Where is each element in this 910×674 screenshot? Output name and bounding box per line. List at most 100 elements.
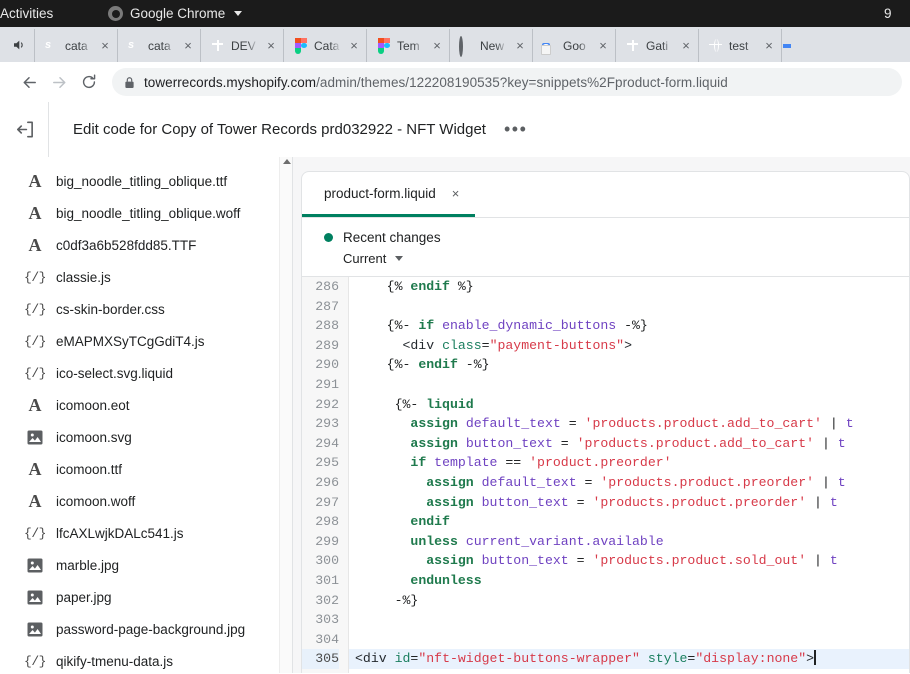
code-line[interactable]: {% endif %} xyxy=(349,277,909,297)
file-list-item[interactable]: Abig_noodle_titling_oblique.ttf xyxy=(0,165,292,197)
code-line[interactable]: {%- endif -%} xyxy=(349,355,909,375)
tab-close-icon[interactable]: × xyxy=(263,38,279,54)
code-line[interactable]: assign button_text = 'products.product.a… xyxy=(349,434,909,454)
file-list-item[interactable]: {/}cs-skin-border.css xyxy=(0,293,292,325)
code-line[interactable]: endunless xyxy=(349,571,909,591)
code-line[interactable]: {%- if enable_dynamic_buttons -%} xyxy=(349,316,909,336)
file-list-item[interactable]: {/}ico-select.svg.liquid xyxy=(0,357,292,389)
tab-close-icon[interactable]: × xyxy=(346,38,362,54)
code-token: if xyxy=(410,455,426,470)
file-list-item[interactable]: Aicomoon.eot xyxy=(0,389,292,421)
code-line[interactable]: assign default_text = 'products.product.… xyxy=(349,414,909,434)
address-bar[interactable]: towerrecords.myshopify.com/admin/themes/… xyxy=(112,68,902,96)
code-line[interactable] xyxy=(349,375,909,395)
file-list-item[interactable]: {/}lfcAXLwjkDALc541.js xyxy=(0,517,292,549)
line-number: 290 xyxy=(302,355,339,375)
editor-tab-label: product-form.liquid xyxy=(324,186,436,201)
code-token xyxy=(355,514,410,529)
code-line[interactable]: endif xyxy=(349,512,909,532)
code-line[interactable]: if template == 'product.preorder' xyxy=(349,453,909,473)
browser-tab[interactable]: test × xyxy=(698,29,781,62)
line-number: 286 xyxy=(302,277,339,297)
code-token: endif xyxy=(410,279,450,294)
code-line[interactable]: assign button_text = 'products.product.p… xyxy=(349,493,909,513)
tab-close-icon[interactable]: × xyxy=(595,38,611,54)
file-list-item[interactable]: marble.jpg xyxy=(0,549,292,581)
code-file-icon: {/} xyxy=(26,270,44,285)
lock-icon xyxy=(124,76,135,89)
version-selector[interactable]: Current xyxy=(343,251,909,266)
code-token: button_text xyxy=(466,436,553,451)
browser-tab[interactable]: G Goo × xyxy=(532,29,615,62)
os-clock[interactable]: 9 xyxy=(884,0,906,27)
tab-close-icon[interactable]: × xyxy=(429,38,445,54)
file-name: marble.jpg xyxy=(56,558,119,573)
browser-tab[interactable]: Tem × xyxy=(366,29,449,62)
code-token: 'products.product.preorder' xyxy=(600,475,814,490)
file-name: big_noodle_titling_oblique.woff xyxy=(56,206,240,221)
browser-tab[interactable]: Gati × xyxy=(615,29,698,62)
code-line[interactable]: {%- liquid xyxy=(349,395,909,415)
browser-tab[interactable]: DEV × xyxy=(200,29,283,62)
code-line[interactable] xyxy=(349,297,909,317)
speaker-icon[interactable] xyxy=(4,27,34,62)
font-file-icon: A xyxy=(26,396,44,414)
code-line[interactable] xyxy=(349,610,909,630)
tab-close-icon[interactable]: × xyxy=(761,38,777,54)
active-app-menu[interactable]: Google Chrome xyxy=(108,0,242,27)
close-icon[interactable]: × xyxy=(452,187,460,200)
scroll-up-arrow-icon[interactable] xyxy=(283,159,291,164)
file-list-item[interactable]: {/}eMAPMXSyTCgGdiT4.js xyxy=(0,325,292,357)
code-token xyxy=(355,534,410,549)
code-content[interactable]: {% endif %} {%- if enable_dynamic_button… xyxy=(349,277,909,673)
more-options-button[interactable]: ••• xyxy=(504,120,527,138)
tab-close-icon[interactable]: × xyxy=(97,38,113,54)
file-list-item[interactable]: {/}qikify-tmenu-data.js xyxy=(0,645,292,673)
file-list-item[interactable]: Aicomoon.ttf xyxy=(0,453,292,485)
code-token: class xyxy=(442,338,482,353)
code-line[interactable]: -%} xyxy=(349,591,909,611)
code-token: = xyxy=(577,475,601,490)
google-icon xyxy=(791,38,807,54)
code-token: <div xyxy=(402,338,434,353)
tab-close-icon[interactable]: × xyxy=(678,38,694,54)
sidebar-scrollbar[interactable] xyxy=(279,157,292,673)
tab-product-form-liquid[interactable]: product-form.liquid × xyxy=(302,172,475,217)
browser-tab[interactable]: Cata × xyxy=(283,29,366,62)
tab-title: New xyxy=(480,39,507,53)
activities-button[interactable]: Activities xyxy=(0,6,53,21)
tab-close-icon[interactable]: × xyxy=(512,38,528,54)
google-sheets-icon xyxy=(625,38,641,54)
file-list-item[interactable]: password-page-background.jpg xyxy=(0,613,292,645)
file-list-item[interactable]: Abig_noodle_titling_oblique.woff xyxy=(0,197,292,229)
code-token: t xyxy=(846,416,854,431)
code-line[interactable]: assign default_text = 'products.product.… xyxy=(349,473,909,493)
file-name: c0df3a6b528fdd85.TTF xyxy=(56,238,196,253)
tab-title: Gati xyxy=(646,39,673,53)
browser-tab[interactable]: cata × xyxy=(34,29,117,62)
forward-button[interactable] xyxy=(44,67,74,97)
code-line[interactable]: assign button_text = 'products.product.s… xyxy=(349,551,909,571)
code-line[interactable] xyxy=(349,630,909,650)
tab-close-icon[interactable]: × xyxy=(180,38,196,54)
code-line[interactable]: <div id="nft-widget-buttons-wrapper" sty… xyxy=(349,649,909,669)
file-list-item[interactable]: {/}classie.js xyxy=(0,261,292,293)
file-list-item[interactable]: icomoon.svg xyxy=(0,421,292,453)
code-token xyxy=(355,318,387,333)
line-number-gutter: 2862872882892902912922932942952962972982… xyxy=(302,277,349,673)
file-list-item[interactable]: Ac0df3a6b528fdd85.TTF xyxy=(0,229,292,261)
back-button[interactable] xyxy=(14,67,44,97)
browser-tab[interactable]: cata × xyxy=(117,29,200,62)
code-token: button_text xyxy=(482,495,569,510)
code-editor[interactable]: 2862872882892902912922932942952962972982… xyxy=(302,277,909,673)
browser-tab[interactable] xyxy=(781,29,815,62)
file-list-item[interactable]: paper.jpg xyxy=(0,581,292,613)
code-line[interactable]: unless current_variant.available xyxy=(349,532,909,552)
browser-tab[interactable]: New × xyxy=(449,29,532,62)
code-token: endif xyxy=(418,357,458,372)
exit-to-app-icon[interactable] xyxy=(0,102,48,157)
code-token: id xyxy=(395,651,411,666)
code-line[interactable]: <div class="payment-buttons"> xyxy=(349,336,909,356)
reload-button[interactable] xyxy=(74,67,104,97)
file-list-item[interactable]: Aicomoon.woff xyxy=(0,485,292,517)
